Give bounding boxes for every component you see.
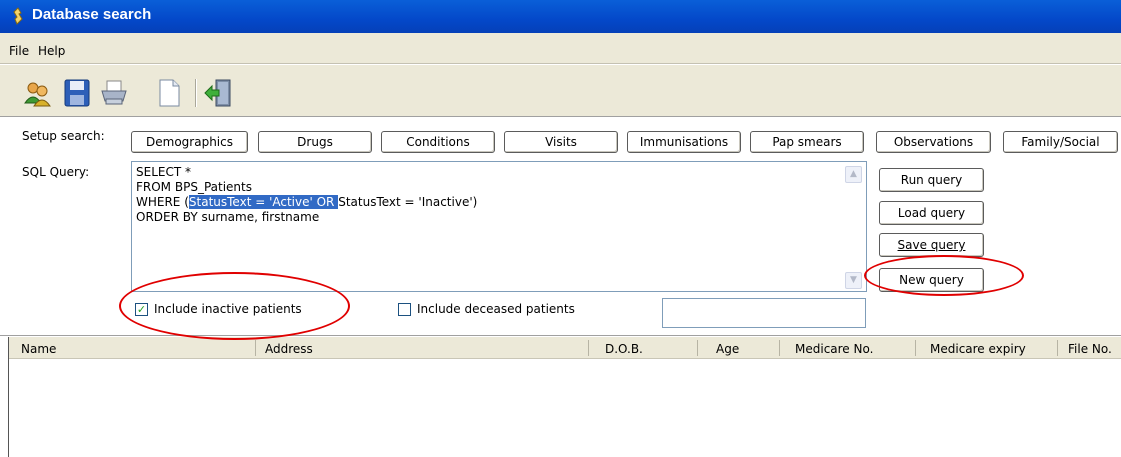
run-query-button[interactable]: Run query (879, 168, 984, 192)
sql-line-4: ORDER BY surname, firstname (136, 210, 320, 224)
results-list[interactable] (9, 360, 1121, 457)
sql-line-1: SELECT * (136, 165, 191, 179)
column-dob[interactable]: D.O.B. (605, 342, 643, 356)
menu-file[interactable]: File (9, 44, 29, 58)
annotation-ring-inactive (119, 272, 350, 340)
column-file-no[interactable]: File No. (1068, 342, 1112, 356)
app-icon (11, 7, 25, 25)
conditions-button[interactable]: Conditions (381, 131, 495, 153)
column-separator[interactable] (779, 340, 780, 356)
demographics-button[interactable]: Demographics (131, 131, 248, 153)
save-icon[interactable] (62, 77, 92, 109)
toolbar-divider (0, 116, 1121, 117)
column-medicare-expiry[interactable]: Medicare expiry (930, 342, 1026, 356)
annotation-ring-new-query (864, 255, 1024, 296)
sql-query-text: SELECT * FROM BPS_Patients WHERE (Status… (136, 165, 477, 225)
pap-smears-button[interactable]: Pap smears (750, 131, 864, 153)
column-separator[interactable] (588, 340, 589, 356)
sql-line-3-suffix: StatusText = 'Inactive') (338, 195, 478, 209)
sql-selected-text: StatusText = 'Active' OR (188, 195, 339, 209)
column-address[interactable]: Address (265, 342, 313, 356)
column-separator[interactable] (1057, 340, 1058, 356)
load-query-button[interactable]: Load query (879, 201, 984, 225)
column-name[interactable]: Name (21, 342, 56, 356)
drugs-button[interactable]: Drugs (258, 131, 372, 153)
grid-divider (0, 335, 1121, 336)
scroll-up-icon[interactable]: ▲ (845, 166, 862, 183)
save-query-label: Save query (897, 238, 966, 252)
column-separator[interactable] (255, 340, 256, 356)
scroll-down-icon[interactable]: ▼ (845, 272, 862, 289)
setup-search-label: Setup search: (22, 129, 105, 143)
new-document-icon[interactable] (154, 77, 184, 109)
save-query-button[interactable]: Save query (879, 233, 984, 257)
users-icon[interactable] (22, 77, 52, 109)
family-social-button[interactable]: Family/Social (1003, 131, 1118, 153)
immunisations-button[interactable]: Immunisations (627, 131, 741, 153)
title-bar (0, 0, 1121, 33)
column-separator[interactable] (915, 340, 916, 356)
column-separator[interactable] (697, 340, 698, 356)
sql-query-label: SQL Query: (22, 165, 90, 179)
include-deceased-checkbox[interactable] (398, 303, 411, 316)
column-medicare-no[interactable]: Medicare No. (795, 342, 873, 356)
status-field[interactable] (662, 298, 866, 328)
visits-button[interactable]: Visits (504, 131, 618, 153)
column-age[interactable]: Age (716, 342, 739, 356)
toolbar-separator (195, 79, 197, 107)
menu-divider (0, 63, 1121, 65)
window-title: Database search (32, 6, 152, 23)
observations-button[interactable]: Observations (876, 131, 991, 153)
include-deceased-label: Include deceased patients (417, 302, 575, 316)
sql-line-3-prefix: WHERE ( (136, 195, 189, 209)
exit-icon[interactable] (203, 77, 233, 109)
menu-help[interactable]: Help (38, 44, 65, 58)
sql-line-2: FROM BPS_Patients (136, 180, 252, 194)
print-icon[interactable] (99, 77, 129, 109)
